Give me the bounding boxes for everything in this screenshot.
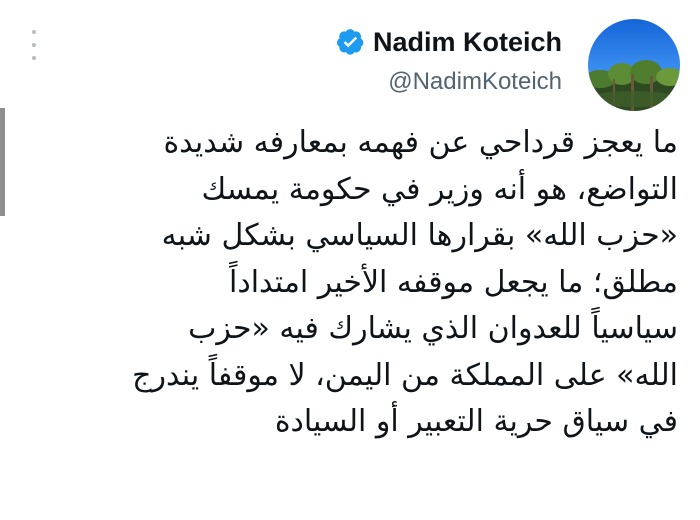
author-display-name[interactable]: Nadim Koteich [373, 27, 562, 58]
more-dot [32, 43, 36, 47]
name-row: Nadim Koteich [336, 22, 562, 62]
more-dot [32, 56, 36, 60]
tweet-author: Nadim Koteich @NadimKoteich [336, 22, 562, 96]
tweet-text: ما يعجز قرداحي عن فهمه بمعارفه شديدة الت… [132, 125, 678, 439]
more-vertical-icon[interactable] [27, 30, 41, 60]
verified-badge-icon [336, 29, 364, 55]
avatar-image [588, 19, 680, 111]
avatar[interactable] [588, 19, 680, 111]
author-handle[interactable]: @NadimKoteich [337, 68, 562, 96]
scrollbar[interactable] [0, 108, 5, 216]
more-dot [32, 30, 36, 34]
